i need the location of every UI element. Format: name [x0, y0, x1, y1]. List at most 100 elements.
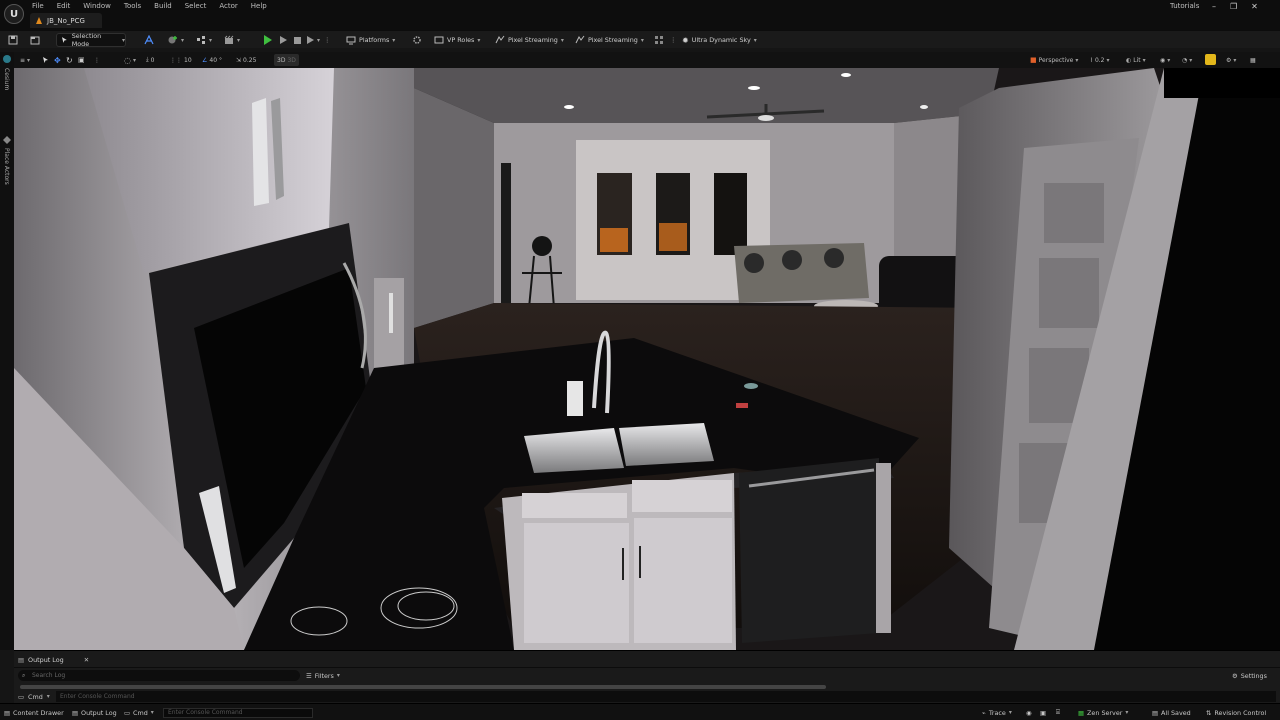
add-actor-button[interactable]: ▾ [168, 33, 184, 47]
viewport-settings-button[interactable]: ⚙ ▾ [1226, 54, 1236, 66]
content-drawer-label: Content Drawer [13, 708, 64, 717]
scale-snap-toggle[interactable]: ⇲ 0.25 [236, 54, 256, 66]
output-log-icon: ▤ [72, 708, 79, 717]
gear-icon: ⚙ [1226, 56, 1232, 64]
search-log-placeholder: Search Log [32, 672, 66, 679]
content-browser-icon[interactable] [30, 33, 40, 47]
menu-window[interactable]: Window [83, 0, 111, 12]
menu-select[interactable]: Select [185, 0, 207, 12]
zen-server-label: Zen Server [1087, 708, 1123, 717]
more-options-icon[interactable]: ⋮ [670, 33, 676, 47]
place-actors-icon[interactable] [3, 136, 11, 144]
maximize-icon[interactable]: ❐ [1230, 2, 1237, 11]
settings-gear-icon[interactable] [412, 33, 422, 47]
rotate-tool-icon[interactable]: ↻ [66, 54, 73, 66]
chevron-down-icon: ▾ [477, 36, 481, 44]
viewport-scene [14, 68, 1280, 650]
lit-dropdown[interactable]: ◐ Lit ▾ [1126, 54, 1146, 66]
step-icon [280, 36, 287, 44]
more-options-icon[interactable]: ⋮ [324, 33, 330, 47]
zen-server-dropdown[interactable]: ▦ Zen Server ▾ [1078, 707, 1128, 718]
pixel-streaming-dropdown-1[interactable]: Pixel Streaming ▾ [495, 33, 564, 47]
chevron-down-icon: ▾ [317, 36, 321, 44]
unreal-logo-icon[interactable]: U [4, 4, 24, 24]
menu-actor[interactable]: Actor [219, 0, 237, 12]
filters-dropdown[interactable]: ☰ Filters ▾ [306, 670, 340, 681]
selection-mode-dropdown[interactable]: Selection Mode ▾ [56, 32, 126, 48]
close-icon[interactable]: ✕ [84, 656, 89, 664]
platforms-dropdown[interactable]: Platforms ▾ [346, 33, 395, 47]
content-drawer-button[interactable]: ▤ Content Drawer [4, 707, 64, 718]
pixel-streaming-dropdown-2[interactable]: Pixel Streaming ▾ [575, 33, 644, 47]
mode-3d-toggle[interactable]: 3D 3D [274, 54, 299, 66]
cinematic-camera-toggle[interactable] [1205, 54, 1216, 65]
grid-tool-icon[interactable] [654, 33, 664, 47]
log-cmd-label: Cmd [28, 692, 43, 701]
play-button[interactable] [264, 33, 272, 47]
log-settings-button[interactable]: ⚙ Settings [1232, 670, 1267, 681]
menu-build[interactable]: Build [154, 0, 172, 12]
modeling-icon[interactable] [144, 33, 154, 47]
record-button[interactable]: ◉ [1026, 707, 1032, 718]
side-tab-place-actors[interactable]: Place Actors [3, 148, 10, 185]
chevron-down-icon: ▾ [336, 672, 340, 679]
menu-edit[interactable]: Edit [57, 0, 71, 12]
blueprint-button[interactable]: ▾ [196, 33, 212, 47]
revision-control-dropdown[interactable]: ⇅ Revision Control [1206, 707, 1266, 718]
advance-frame-button[interactable] [280, 33, 287, 47]
menu-tools[interactable]: Tools [124, 0, 141, 12]
trace-dropdown[interactable]: ⌁ Trace ▾ [982, 707, 1012, 718]
level-viewport[interactable] [14, 68, 1280, 650]
output-log-tab[interactable]: ▤ Output Log ✕ [18, 653, 89, 666]
select-tool-icon[interactable] [42, 54, 50, 66]
cmd-dropdown[interactable]: ▭ Cmd ▾ [124, 707, 154, 718]
vp-roles-dropdown[interactable]: VP Roles ▾ [434, 33, 480, 47]
minimize-icon[interactable]: – [1212, 2, 1216, 11]
ultra-dynamic-sky-dropdown[interactable]: ✹ Ultra Dynamic Sky ▾ [682, 33, 757, 47]
viewport-options-button[interactable]: ≡ ▾ [20, 54, 30, 66]
tutorials-link[interactable]: Tutorials [1170, 2, 1199, 10]
more-options-icon[interactable]: ⋮ [94, 54, 100, 66]
cinematics-button[interactable]: ▾ [224, 33, 240, 47]
menu-file[interactable]: File [32, 0, 44, 12]
play-options-button[interactable]: ▾ [307, 33, 320, 47]
grid-snap-toggle[interactable]: ⋮⋮ 10 [170, 54, 192, 66]
camera-speed-dropdown[interactable]: ⌇ 0.2 ▾ [1090, 54, 1110, 66]
surface-snap-toggle[interactable]: ⤓ 0 [146, 54, 154, 66]
layout-icon: ▦ [1250, 56, 1256, 64]
chevron-down-icon: ▾ [1125, 709, 1129, 716]
viewport-layout-button[interactable]: ▦ [1250, 54, 1256, 66]
performance-dropdown[interactable]: ◔ ▾ [1182, 54, 1192, 66]
filters-label: Filters [314, 671, 334, 680]
log-horizontal-scrollbar[interactable] [20, 685, 826, 689]
scale-tool-icon[interactable]: ▣ [78, 54, 85, 66]
angle-snap-toggle[interactable]: ∠ 40 ° [202, 54, 222, 66]
cesium-icon[interactable] [3, 55, 11, 63]
chevron-down-icon: ▾ [237, 36, 241, 44]
log-cmd-dropdown[interactable]: ▭ Cmd ▾ [18, 691, 50, 702]
save-status-button[interactable]: ▤ All Saved [1152, 707, 1191, 718]
save-icon[interactable] [8, 33, 18, 47]
log-console-placeholder: Enter Console Command [60, 693, 135, 700]
level-tab[interactable]: JB_No_PCG [30, 13, 102, 28]
chevron-down-icon: ▾ [121, 36, 125, 44]
log-console-input[interactable]: Enter Console Command [56, 691, 1276, 702]
trace-store-button[interactable]: ⌸ [1056, 707, 1060, 718]
close-icon[interactable]: ✕ [1251, 2, 1258, 11]
show-flags-dropdown[interactable]: ◉ ▾ [1160, 54, 1170, 66]
sun-icon: ✹ [682, 35, 689, 45]
stop-button[interactable] [294, 33, 301, 47]
output-log-button[interactable]: ▤ Output Log [72, 707, 117, 718]
menu-help[interactable]: Help [251, 0, 267, 12]
perspective-dropdown[interactable]: ■ Perspective ▾ [1030, 54, 1078, 66]
viewport-toolbar: ≡ ▾ ✥ ↻ ▣ ⋮ ◌ ▾ ⤓ 0 ⋮⋮ 10 ∠ 40 ° ⇲ 0.25 3D 3D ■ … [14, 52, 1280, 68]
side-tab-cesium[interactable]: Cesium [3, 68, 10, 90]
store-icon: ⌸ [1056, 708, 1060, 716]
screenshot-button[interactable]: ▣ [1040, 707, 1046, 718]
chevron-down-icon: ▾ [640, 36, 644, 44]
coordinate-space-button[interactable]: ◌ ▾ [124, 54, 136, 66]
search-log-input[interactable]: ⌕ Search Log [18, 670, 300, 681]
console-command-input[interactable]: Enter Console Command [163, 708, 313, 718]
ultra-dynamic-sky-label: Ultra Dynamic Sky [691, 36, 751, 44]
translate-tool-icon[interactable]: ✥ [54, 54, 61, 66]
